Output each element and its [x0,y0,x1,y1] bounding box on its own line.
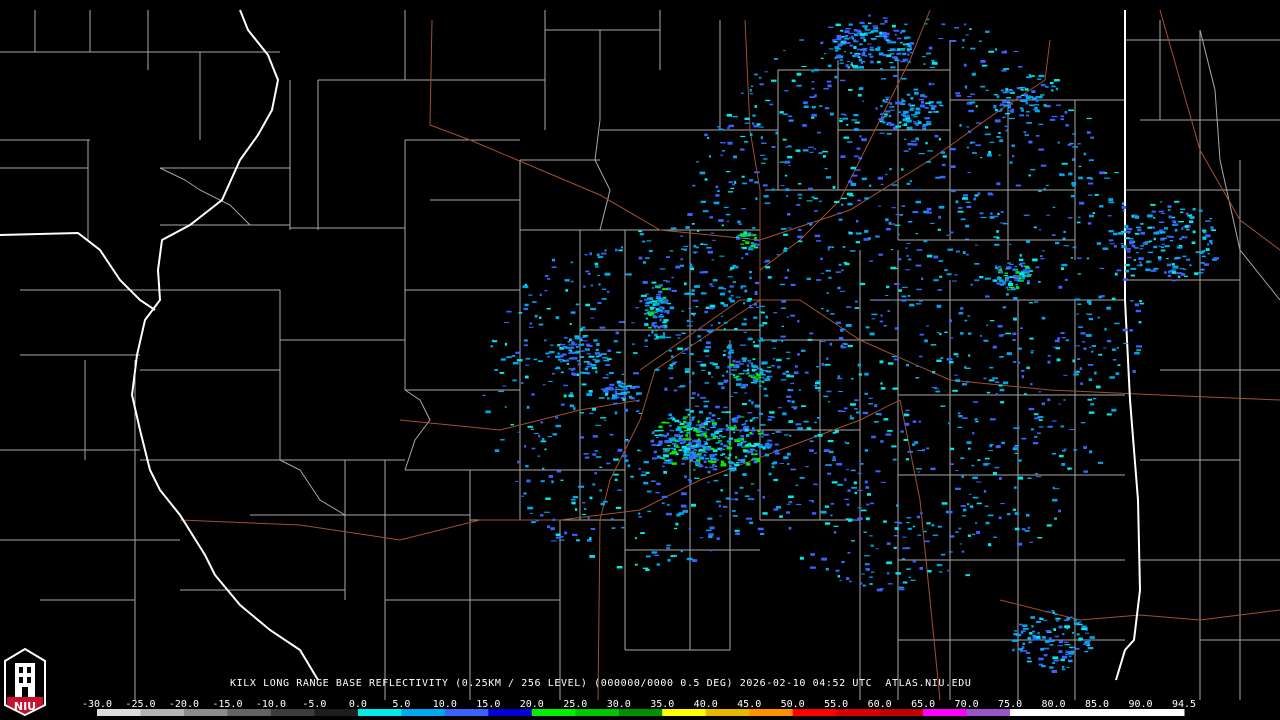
scale-label: 60.0 [868,699,892,710]
scale-label: -5.0 [302,699,326,710]
scale-swatch [531,709,576,716]
color-scale-bar [97,709,1185,716]
scale-swatch [705,709,750,716]
scale-swatch [1097,709,1142,716]
scale-label: 70.0 [955,699,979,710]
scale-swatch [183,709,228,716]
scale-label: 65.0 [911,699,935,710]
scale-label: 90.0 [1128,699,1152,710]
scale-swatch [792,709,837,716]
scale-swatch [1140,709,1185,716]
scale-label: 35.0 [650,699,674,710]
scale-swatch [97,709,141,716]
scale-label: 75.0 [998,699,1022,710]
scale-label: 45.0 [737,699,761,710]
scale-swatch [749,709,794,716]
scale-label: -20.0 [169,699,199,710]
scale-label: -15.0 [212,699,242,710]
scale-label: 85.0 [1085,699,1109,710]
scale-swatch [227,709,272,716]
scale-swatch [1053,709,1098,716]
scale-label: 15.0 [476,699,500,710]
color-scale-labels: -30.0 -25.0 -20.0 -15.0 -10.0 -5.0 0.0 5.0 10.0 1… [82,699,1196,710]
scale-swatch [140,709,185,716]
scale-swatch [662,709,707,716]
scale-label: 40.0 [694,699,718,710]
scale-swatch [1010,709,1055,716]
scale-swatch [314,709,359,716]
scale-label: -25.0 [125,699,155,710]
scale-swatch [923,709,968,716]
scale-swatch [270,709,315,716]
scale-label: 50.0 [781,699,805,710]
scale-label: -30.0 [82,699,112,710]
scale-label: 80.0 [1042,699,1066,710]
scale-label: 30.0 [607,699,631,710]
scale-label: 10.0 [433,699,457,710]
product-title: KILX LONG RANGE BASE REFLECTIVITY (0.25K… [230,678,972,689]
scale-swatch [357,709,402,716]
scale-label: 25.0 [563,699,587,710]
scale-swatch [401,709,446,716]
scale-swatch [488,709,533,716]
logo-text: NIU [13,700,37,713]
scale-swatch [836,709,881,716]
scale-label: -10.0 [256,699,286,710]
scale-label: 55.0 [824,699,848,710]
scale-swatch [444,709,489,716]
scale-swatch [575,709,620,716]
scale-label: 5.0 [392,699,410,710]
scale-swatch [966,709,1011,716]
scale-label: 94.5 [1172,699,1196,710]
scale-swatch [879,709,924,716]
scale-label: 0.0 [349,699,367,710]
color-scale: -30.0 -25.0 -20.0 -15.0 -10.0 -5.0 0.0 5.0 10.0 1… [82,699,1196,716]
scale-swatch [618,709,663,716]
scale-label: 20.0 [520,699,544,710]
